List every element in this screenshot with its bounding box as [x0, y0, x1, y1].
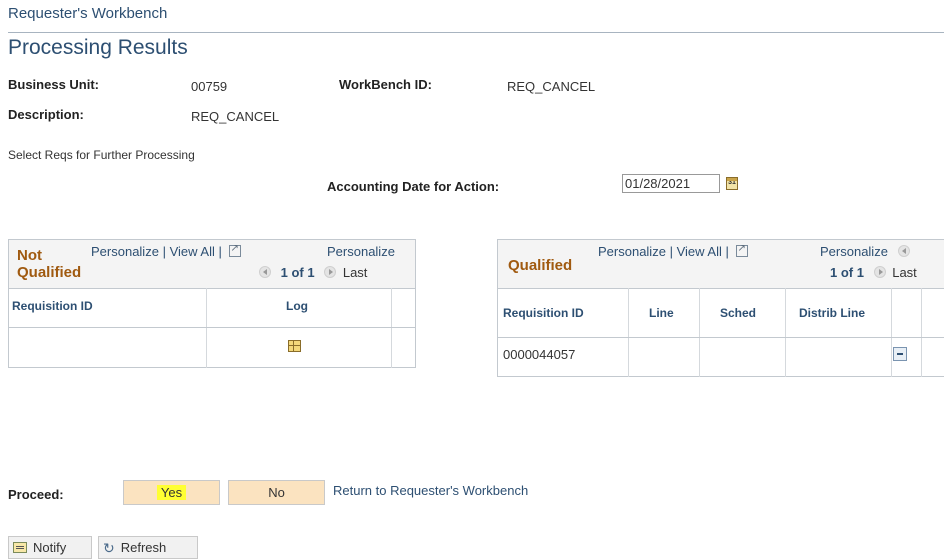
accounting-date-label: Accounting Date for Action:: [327, 179, 500, 194]
breadcrumb: Requester's Workbench: [8, 5, 168, 22]
prev-page-icon[interactable]: [259, 266, 271, 278]
notify-button[interactable]: Notify: [8, 536, 92, 559]
view-all-link[interactable]: View All: [170, 244, 215, 259]
description-label: Description:: [8, 107, 84, 122]
personalize-text[interactable]: Personalize: [327, 244, 395, 259]
next-page-icon[interactable]: [324, 266, 337, 278]
column-header-distrib-line: Distrib Line: [799, 306, 866, 320]
no-button[interactable]: No: [228, 480, 325, 505]
workbench-id-label: WorkBench ID:: [339, 77, 432, 92]
last-link[interactable]: Last: [343, 265, 368, 280]
personalize-link[interactable]: Personalize: [91, 244, 159, 259]
view-all-link[interactable]: View All: [677, 244, 722, 259]
popout-icon[interactable]: [735, 243, 748, 257]
not-qualified-title: Not Qualified: [17, 247, 81, 281]
table-row-requisition-id: 0000044057: [503, 347, 576, 362]
qualified-grid: Qualified Personalize | View All | Perso…: [497, 239, 944, 377]
not-qualified-title-line1: Not: [17, 247, 42, 264]
column-header-line: Line: [649, 306, 674, 320]
column-header-log: Log: [286, 299, 308, 313]
proceed-label: Proceed:: [8, 487, 64, 502]
log-icon[interactable]: [288, 340, 301, 352]
business-unit-value: 00759: [191, 79, 228, 94]
calendar-icon[interactable]: 31: [726, 177, 738, 190]
not-qualified-grid: Not Qualified Personalize | View All | P…: [8, 239, 416, 368]
instruction-text: Select Reqs for Further Processing: [8, 148, 195, 162]
last-link[interactable]: Last: [892, 265, 917, 280]
yes-button-label: Yes: [156, 485, 187, 500]
personalize-text[interactable]: Personalize: [820, 244, 888, 259]
business-unit-label: Business Unit:: [8, 77, 100, 92]
refresh-label: Refresh: [120, 540, 167, 555]
return-to-workbench-link[interactable]: Return to Requester's Workbench: [333, 483, 528, 498]
refresh-icon: ↻: [103, 540, 115, 556]
pager-text: 1 of 1: [830, 265, 864, 280]
qualified-grid-header: Qualified Personalize | View All | Perso…: [498, 240, 944, 289]
not-qualified-grid-header: Not Qualified Personalize | View All | P…: [9, 240, 415, 289]
column-header-requisition-id: Requisition ID: [503, 306, 584, 320]
description-value: REQ_CANCEL: [191, 109, 280, 124]
delete-row-icon[interactable]: [893, 347, 907, 361]
column-header-requisition-id: Requisition ID: [12, 299, 93, 313]
title-divider: [8, 32, 944, 33]
refresh-button[interactable]: ↻ Refresh: [98, 536, 198, 559]
column-header-sched: Sched: [720, 306, 757, 320]
notify-label: Notify: [33, 540, 67, 555]
yes-button[interactable]: Yes: [123, 480, 220, 505]
not-qualified-title-line2: Qualified: [17, 264, 82, 281]
page-title: Processing Results: [8, 36, 188, 59]
next-page-icon[interactable]: [873, 266, 886, 278]
accounting-date-input[interactable]: [622, 174, 720, 193]
popout-icon[interactable]: [228, 243, 241, 257]
qualified-title: Qualified: [508, 257, 573, 274]
pager-text: 1 of 1: [280, 265, 315, 280]
collapse-left-icon[interactable]: [897, 245, 910, 257]
personalize-link[interactable]: Personalize: [598, 244, 666, 259]
notify-icon: [13, 542, 27, 553]
workbench-id-value: REQ_CANCEL: [507, 79, 596, 94]
